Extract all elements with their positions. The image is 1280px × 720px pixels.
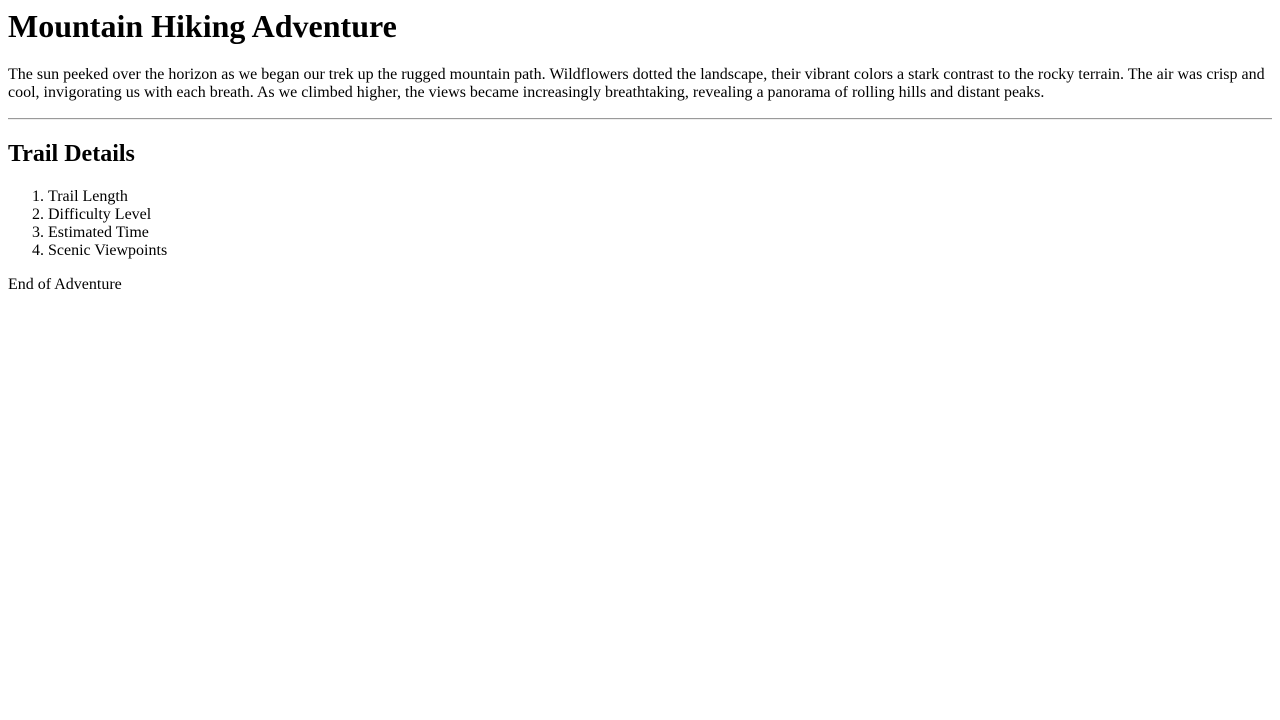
divider <box>8 118 1272 120</box>
list-item: Estimated Time <box>48 224 1272 242</box>
trail-details-list: Trail Length Difficulty Level Estimated … <box>8 188 1272 260</box>
list-item: Difficulty Level <box>48 206 1272 224</box>
intro-paragraph: The sun peeked over the horizon as we be… <box>8 66 1265 101</box>
page-title: Mountain Hiking Adventure <box>8 8 397 44</box>
section-heading: Trail Details <box>8 141 135 167</box>
list-item: Scenic Viewpoints <box>48 242 1272 260</box>
end-text: End of Adventure <box>8 276 122 293</box>
list-item: Trail Length <box>48 188 1272 206</box>
